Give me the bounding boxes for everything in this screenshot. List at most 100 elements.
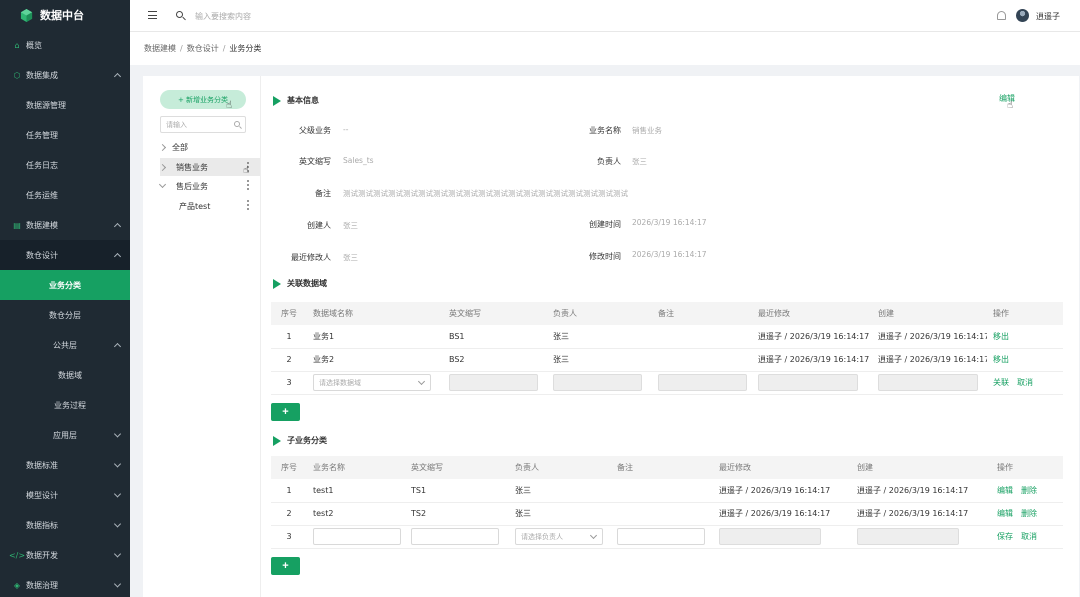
sidebar-item-label: 业务分类 bbox=[49, 280, 81, 290]
cube-logo-icon bbox=[20, 8, 33, 22]
sidebar-item-warehouse-design[interactable]: 数仓设计 bbox=[0, 240, 130, 270]
sidebar-item-data-standard[interactable]: 数据标准 bbox=[0, 450, 130, 480]
note-label: 备注 bbox=[315, 189, 331, 198]
add-domain-row-button[interactable]: + bbox=[271, 403, 300, 421]
sidebar-item-label: 应用层 bbox=[53, 430, 77, 440]
abbr-cell bbox=[443, 371, 547, 395]
sidebar-item-label: 数据标准 bbox=[26, 460, 58, 470]
sidebar-item-label: 任务运维 bbox=[26, 190, 58, 200]
save-link[interactable]: 保存 bbox=[997, 532, 1013, 541]
child-created: 逍遥子 / 2026/3/19 16:14:17 bbox=[851, 502, 991, 526]
parent-value: -- bbox=[343, 125, 349, 134]
row-index: 1 bbox=[271, 479, 307, 503]
chevron-down-icon[interactable] bbox=[158, 180, 167, 189]
app-logo[interactable]: 数据中台 bbox=[0, 0, 130, 30]
delete-link[interactable]: 删除 bbox=[1021, 509, 1037, 518]
global-search-input[interactable] bbox=[195, 9, 375, 23]
sidebar-item-app-layer[interactable]: 应用层 bbox=[0, 420, 130, 450]
domain-note bbox=[652, 325, 752, 349]
basic-info-title: 基本信息 bbox=[273, 95, 319, 106]
sidebar-item-tasks[interactable]: 任务管理 bbox=[0, 120, 130, 150]
username[interactable]: 逍遥子 bbox=[1036, 11, 1060, 22]
column-header: 英文缩写 bbox=[405, 456, 509, 479]
breadcrumb-separator: / bbox=[180, 44, 183, 53]
chevron-right-icon[interactable] bbox=[158, 143, 167, 151]
note-value: 测试测试测试测试测试测试测试测试测试测试测试测试测试测试测试测试测试测试测试 bbox=[343, 189, 628, 198]
chevron-down-icon bbox=[113, 460, 122, 468]
created-time-value: 2026/3/19 16:14:17 bbox=[632, 218, 707, 227]
breadcrumb-item[interactable]: 数仓设计 bbox=[187, 43, 219, 54]
creator-value: 张三 bbox=[343, 221, 358, 230]
domain-select[interactable]: 请选择数据域 bbox=[313, 374, 431, 391]
column-header: 英文缩写 bbox=[443, 302, 547, 325]
sidebar-item-business-process[interactable]: 业务过程 bbox=[0, 390, 130, 420]
modified-time-value: 2026/3/19 16:14:17 bbox=[632, 250, 707, 259]
sidebar-item-model-design[interactable]: 模型设计 bbox=[0, 480, 130, 510]
cancel-link[interactable]: 取消 bbox=[1021, 532, 1037, 541]
section-triangle-icon bbox=[273, 278, 281, 289]
table-row-new: 3 请选择负责人 保存 取消 bbox=[271, 525, 1063, 549]
remove-link[interactable]: 移出 bbox=[993, 332, 1009, 341]
avatar[interactable] bbox=[1016, 9, 1029, 22]
add-sub-category-row-button[interactable]: + bbox=[271, 557, 300, 575]
domain-abbr: BS2 bbox=[443, 348, 547, 372]
domain-modified: 逍遥子 / 2026/3/19 16:14:17 bbox=[752, 348, 872, 372]
home-icon: ⌂ bbox=[14, 40, 20, 50]
modifier-value: 张三 bbox=[343, 253, 358, 262]
chevron-up-icon bbox=[113, 252, 122, 261]
created-disabled-field bbox=[857, 528, 959, 545]
sidebar-item-business-category[interactable]: 业务分类 bbox=[0, 270, 130, 300]
governance-icon: ◈ bbox=[13, 580, 21, 590]
parent-label: 父级业务 bbox=[299, 126, 331, 135]
sidebar-item-dev[interactable]: </> 数据开发 bbox=[0, 540, 130, 570]
edit-link[interactable]: 编辑 bbox=[997, 486, 1013, 495]
sidebar-item-data-metrics[interactable]: 数据指标 bbox=[0, 510, 130, 540]
remove-link[interactable]: 移出 bbox=[993, 355, 1009, 364]
row-index: 2 bbox=[271, 348, 307, 372]
menu-toggle-icon[interactable] bbox=[148, 11, 157, 19]
sidebar-item-task-log[interactable]: 任务日志 bbox=[0, 150, 130, 180]
bell-icon[interactable] bbox=[997, 11, 1006, 20]
domain-select-cell: 请选择数据域 bbox=[307, 371, 443, 395]
chevron-right-icon[interactable] bbox=[158, 163, 167, 171]
child-owner: 张三 bbox=[509, 479, 611, 503]
breadcrumb-item[interactable]: 数据建模 bbox=[144, 43, 176, 54]
child-abbr: TS2 bbox=[405, 502, 509, 526]
sidebar-item-overview[interactable]: ⌂ 概览 bbox=[0, 30, 130, 60]
tree-node-label: 售后业务 bbox=[176, 181, 208, 191]
tree-node-after-sales[interactable]: 售后业务 bbox=[158, 177, 260, 195]
category-tree-panel: + 新增业务分类 ☝ 全部 销售业务 ☝ 售后业务 产品test bbox=[143, 76, 261, 597]
add-category-button[interactable]: + 新增业务分类 bbox=[160, 90, 246, 109]
more-vertical-icon[interactable] bbox=[247, 200, 249, 210]
child-abbr-input[interactable] bbox=[411, 528, 499, 545]
business-name-label: 业务名称 bbox=[589, 126, 621, 135]
more-vertical-icon[interactable] bbox=[247, 180, 249, 190]
column-header: 备注 bbox=[652, 302, 752, 325]
owner-select[interactable]: 请选择负责人 bbox=[515, 528, 603, 545]
search-icon[interactable] bbox=[234, 121, 240, 127]
tree-node-all[interactable]: 全部 bbox=[158, 138, 260, 156]
link-button[interactable]: 关联 bbox=[993, 378, 1009, 387]
related-domains-title: 关联数据域 bbox=[273, 278, 327, 289]
sidebar-item-data-domain[interactable]: 数据域 bbox=[0, 360, 130, 390]
sidebar-item-modeling[interactable]: ▤ 数据建模 bbox=[0, 210, 130, 240]
search-icon[interactable] bbox=[176, 11, 183, 18]
child-note-input[interactable] bbox=[617, 528, 705, 545]
column-header: 操作 bbox=[987, 302, 1063, 325]
sidebar-item-datasource[interactable]: 数据源管理 bbox=[0, 90, 130, 120]
edit-link[interactable]: 编辑 bbox=[997, 509, 1013, 518]
column-header: 数据域名称 bbox=[307, 302, 443, 325]
sidebar-item-integration[interactable]: ⬡ 数据集成 bbox=[0, 60, 130, 90]
sidebar-item-label: 概览 bbox=[26, 40, 42, 50]
tree-node-product-test[interactable]: 产品test bbox=[179, 197, 249, 215]
sidebar-item-common-layer[interactable]: 公共层 bbox=[0, 330, 130, 360]
sidebar-item-governance[interactable]: ◈ 数据治理 bbox=[0, 570, 130, 597]
sidebar-item-layering[interactable]: 数仓分层 bbox=[0, 300, 130, 330]
sidebar-item-task-ops[interactable]: 任务运维 bbox=[0, 180, 130, 210]
cancel-link[interactable]: 取消 bbox=[1017, 378, 1033, 387]
delete-link[interactable]: 删除 bbox=[1021, 486, 1037, 495]
child-name-input[interactable] bbox=[313, 528, 401, 545]
chevron-up-icon bbox=[113, 342, 122, 351]
tree-node-label: 销售业务 bbox=[176, 162, 208, 172]
chevron-down-icon bbox=[113, 580, 122, 588]
